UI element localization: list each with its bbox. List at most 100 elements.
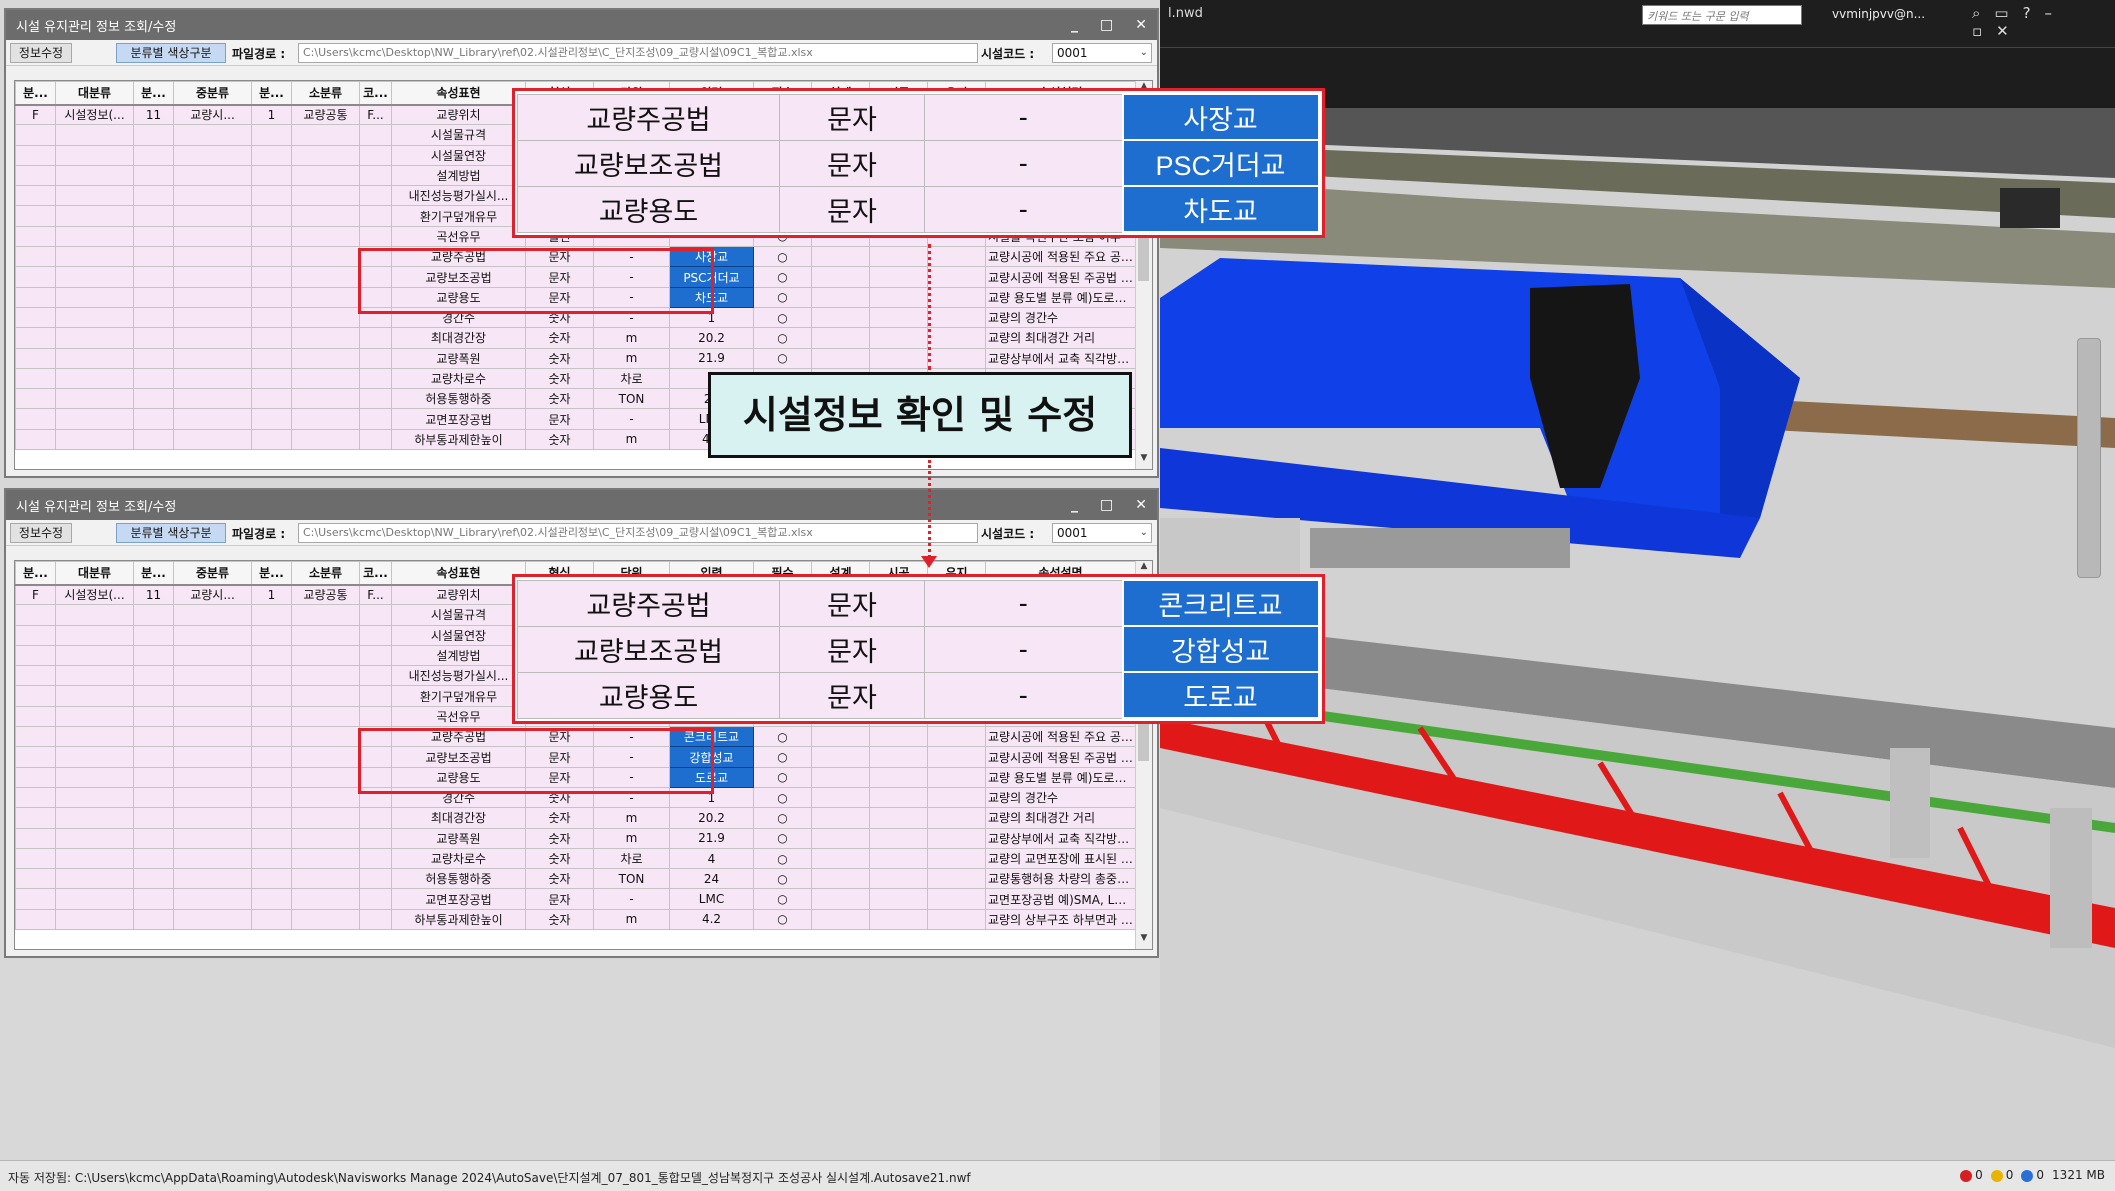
table-cell [251,124,292,146]
column-header[interactable]: 속성표현 [391,561,526,586]
tab-color-by-class[interactable]: 분류별 색상구분 [116,523,226,543]
table-cell [811,286,870,308]
table-cell [173,164,252,187]
column-header[interactable]: 코... [359,81,392,106]
column-header[interactable]: 분... [133,81,174,106]
table-cell [55,408,134,430]
table-cell [133,908,174,931]
table-cell [291,185,360,207]
info-count[interactable]: 0 [2021,1168,2044,1182]
facility-code-select[interactable]: 0001 ⌄ [1052,43,1152,63]
table-cell [133,185,174,207]
value-cell[interactable]: LMC [669,888,754,910]
table-cell [173,408,252,430]
viewer-search-input[interactable]: 키워드 또는 구문 입력 [1642,5,1802,25]
maximize-icon[interactable]: □ [1100,497,1113,513]
value-cell[interactable]: 24 [669,868,754,890]
column-header[interactable]: 속성표현 [391,81,526,106]
viewer-file-name: l.nwd [1168,6,1203,21]
minimize-icon[interactable]: _ [1071,17,1078,33]
value-cell[interactable]: 21.9 [669,347,754,369]
table-cell [291,786,360,809]
table-cell [55,888,134,910]
table-cell [359,225,392,248]
column-header[interactable]: 소분류 [291,561,360,586]
table-row[interactable]: 교량차로수숫자차로4○ 교량의 교면포장에 표시된 차... [15,847,1136,870]
table-row[interactable]: 최대경간장 숫자 m 20.2 ○ 교량의 최대경간 거리 [15,807,1136,829]
value-cell[interactable]: 20.2 [669,807,754,829]
column-header[interactable]: 분... [251,561,292,586]
table-cell: 교량 용도별 분류 예)도로교, ... [985,286,1136,308]
table-cell [133,827,174,849]
navigation-bar[interactable] [2077,338,2101,578]
table-row[interactable]: 최대경간장 숫자 m 20.2 ○ 교량의 최대경간 거리 [15,327,1136,349]
table-cell: F [15,583,56,606]
table-row[interactable]: 교면포장공법문자-LMC○ 교면포장공법 예)SMA, LMC... [15,888,1136,910]
table-cell: 숫자 [525,347,594,369]
table-cell: 하부통과제한높이 [391,428,526,451]
table-cell [251,367,292,390]
table-cell [359,705,392,728]
table-cell: 차로 [593,367,670,390]
value-cell[interactable]: 4 [669,847,754,870]
viewer-window-icons[interactable]: ⌕▭?–▫✕ [1972,4,2115,40]
table-cell [55,225,134,248]
column-header[interactable]: 분... [251,81,292,106]
column-header[interactable]: 분... [15,561,56,586]
table-row[interactable]: 허용통행하중숫자TON24○ 교량통행허용 차량의 총중량(... [15,868,1136,890]
maximize-icon[interactable]: □ [1100,17,1113,33]
error-count[interactable]: 0 [1960,1168,1983,1182]
table-cell [291,847,360,870]
tab-edit-info[interactable]: 정보수정 [10,523,72,543]
callout-value: 강합성교 [1121,625,1320,673]
close-icon[interactable]: ✕ [1135,17,1147,33]
table-cell [359,847,392,870]
table-cell [133,888,174,910]
table-row[interactable]: 교량폭원 숫자 m 21.9 ○ 교량상부에서 교축 직각방향... [15,827,1136,849]
table-cell: 교량시... [173,103,252,126]
warning-count[interactable]: 0 [1990,1168,2013,1182]
column-header[interactable]: 분... [15,81,56,106]
value-cell[interactable]: 20.2 [669,327,754,349]
table-cell [291,644,360,667]
table-cell [291,766,360,788]
column-header[interactable]: 대분류 [55,81,134,106]
table-cell [251,388,292,410]
table-cell: 허용통행하중 [391,388,526,410]
column-header[interactable]: 소분류 [291,81,360,106]
facility-code-select[interactable]: 0001 ⌄ [1052,523,1152,543]
info-icon [2021,1169,2034,1182]
tab-color-by-class[interactable]: 분류별 색상구분 [116,43,226,63]
table-cell: 허용통행하중 [391,868,526,890]
table-cell [359,367,392,390]
scroll-down-icon[interactable]: ▼ [1136,453,1152,469]
column-header[interactable]: 중분류 [173,561,252,586]
column-header[interactable]: 코... [359,561,392,586]
table-cell [359,428,392,451]
table-cell [291,665,360,687]
table-cell [291,726,360,748]
callout-value: 사장교 [1121,93,1320,141]
scroll-down-icon[interactable]: ▼ [1136,933,1152,949]
table-row[interactable]: 교량폭원 숫자 m 21.9 ○ 교량상부에서 교축 직각방향... [15,347,1136,369]
table-cell: 11 [133,103,174,126]
column-header[interactable]: 중분류 [173,81,252,106]
tab-edit-info[interactable]: 정보수정 [10,43,72,63]
column-header[interactable]: 분... [133,561,174,586]
table-row[interactable]: 하부통과제한높이숫자m4.2○ 교량의 상부구조 하부면과 지... [15,908,1136,931]
value-cell[interactable]: 4.2 [669,908,754,931]
file-path-input[interactable]: C:\Users\kcmc\Desktop\NW_Library\ref\02.… [298,43,978,63]
facility-code-label: 시설코드 : [981,527,1035,541]
file-path-input[interactable]: C:\Users\kcmc\Desktop\NW_Library\ref\02.… [298,523,978,543]
minimize-icon[interactable]: _ [1071,497,1078,513]
column-header[interactable]: 대분류 [55,561,134,586]
table-cell [359,868,392,890]
callout-value: 차도교 [1121,185,1320,233]
table-cell [811,888,870,910]
close-icon[interactable]: ✕ [1135,497,1147,513]
table-cell [55,847,134,870]
viewer-user[interactable]: vvminjpvv@n... [1832,7,1925,21]
value-cell[interactable]: 21.9 [669,827,754,849]
callout-row: 교량보조공법 문자 - 강합성교 [517,625,1320,673]
callout-cell: 교량보조공법 [517,139,780,187]
